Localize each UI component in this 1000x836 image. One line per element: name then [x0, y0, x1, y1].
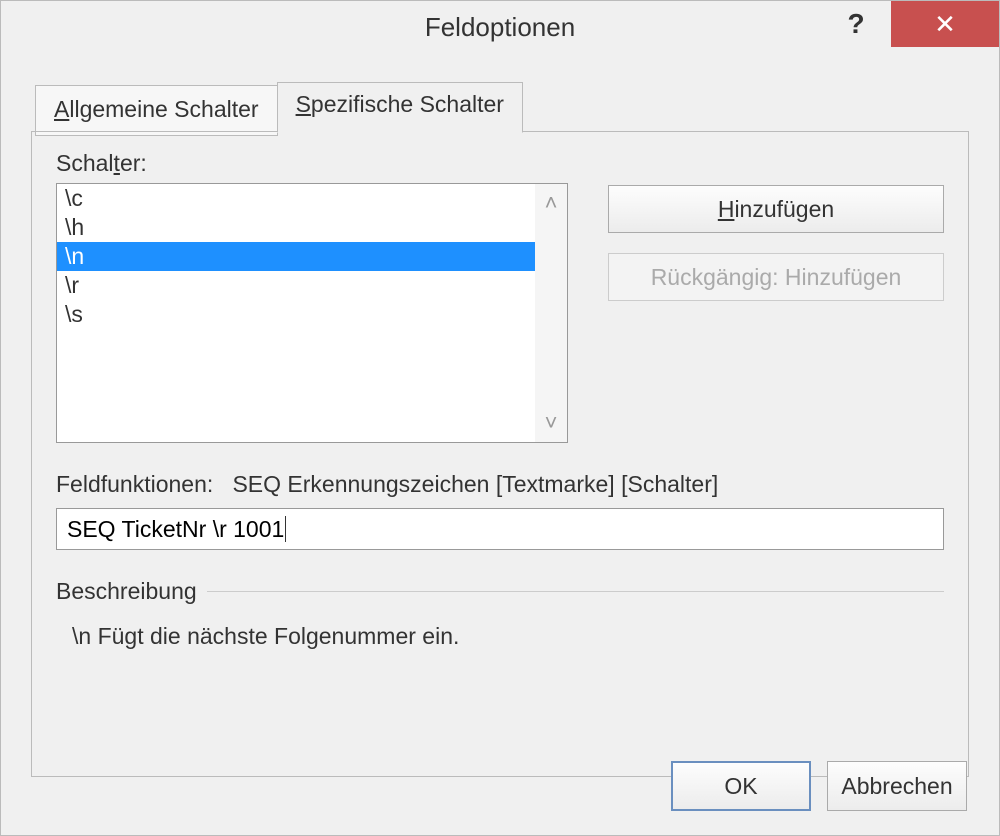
button-label: Rückgängig: Hinzufügen [651, 264, 902, 291]
help-icon: ? [847, 8, 864, 40]
chevron-down-icon: ˅ [545, 410, 558, 436]
tab-panel: Schalter: \c \h \n \r \s ˄ ˅ [31, 131, 969, 777]
list-item[interactable]: \h [57, 213, 535, 242]
switches-label: Schalter: [56, 150, 944, 177]
dialog-footer: OK Abbrechen [671, 761, 967, 811]
title-controls: ? ✕ [821, 1, 999, 47]
field-functions-syntax: SEQ Erkennungszeichen [Textmarke] [Schal… [232, 471, 718, 497]
undo-add-button: Rückgängig: Hinzufügen [608, 253, 944, 301]
dialog-content: Allgemeine Schalter Spezifische Schalter… [1, 53, 999, 787]
field-functions-input[interactable]: SEQ TicketNr \r 1001 [56, 508, 944, 550]
ok-button[interactable]: OK [671, 761, 811, 811]
list-item[interactable]: \r [57, 271, 535, 300]
field-options-dialog: Feldoptionen ? ✕ Allgemeine Schalter Spe… [0, 0, 1000, 836]
divider [207, 591, 944, 592]
cancel-button[interactable]: Abbrechen [827, 761, 967, 811]
tab-general-switches[interactable]: Allgemeine Schalter [35, 85, 278, 136]
tab-strip: Allgemeine Schalter Spezifische Schalter [35, 81, 969, 132]
button-label: Hinzufügen [718, 196, 834, 223]
button-label: OK [724, 773, 757, 800]
add-button[interactable]: Hinzufügen [608, 185, 944, 233]
help-button[interactable]: ? [821, 1, 891, 47]
chevron-up-icon: ˄ [545, 190, 558, 216]
tab-label: Spezifische Schalter [296, 91, 504, 117]
description-label: Beschreibung [56, 578, 197, 605]
field-functions-value: SEQ TicketNr \r 1001 [67, 516, 284, 543]
field-functions-row: Feldfunktionen: SEQ Erkennungszeichen [T… [56, 471, 944, 498]
tab-label: Allgemeine Schalter [54, 96, 259, 122]
switches-listbox[interactable]: \c \h \n \r \s ˄ ˅ [56, 183, 568, 443]
button-label: Abbrechen [841, 773, 952, 800]
titlebar: Feldoptionen ? ✕ [1, 1, 999, 53]
description-text: \n Fügt die nächste Folgenummer ein. [56, 623, 944, 650]
close-button[interactable]: ✕ [891, 1, 999, 47]
tab-specific-switches[interactable]: Spezifische Schalter [277, 82, 523, 133]
scrollbar[interactable]: ˄ ˅ [535, 184, 567, 442]
description-group: Beschreibung \n Fügt die nächste Folgenu… [56, 578, 944, 650]
text-caret [285, 516, 286, 542]
list-item[interactable]: \c [57, 184, 535, 213]
field-functions-label: Feldfunktionen: [56, 471, 213, 497]
description-header: Beschreibung [56, 578, 944, 605]
dialog-title: Feldoptionen [425, 12, 575, 43]
list-inner: \c \h \n \r \s [57, 184, 535, 442]
list-item[interactable]: \s [57, 300, 535, 329]
switches-row: \c \h \n \r \s ˄ ˅ Hinzufügen [56, 183, 944, 443]
close-icon: ✕ [934, 9, 956, 40]
list-item-selected[interactable]: \n [57, 242, 535, 271]
side-buttons: Hinzufügen Rückgängig: Hinzufügen [608, 183, 944, 443]
